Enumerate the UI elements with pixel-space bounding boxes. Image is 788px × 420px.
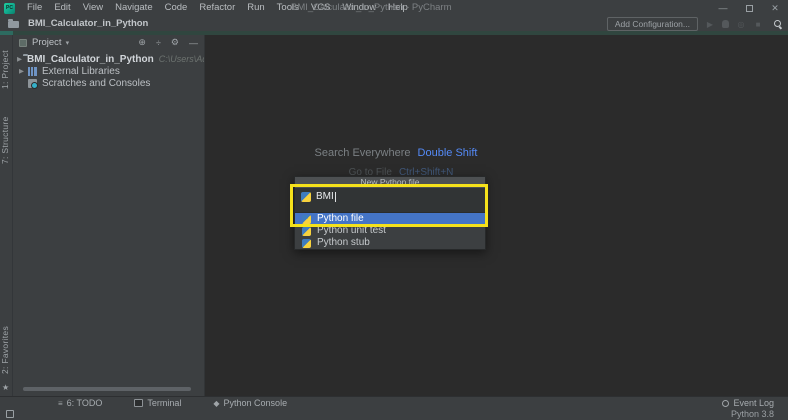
- main-toolbar: BMI_Calculator_in_Python Add Configurati…: [0, 16, 788, 31]
- breadcrumb-label: BMI_Calculator_in_Python: [28, 18, 148, 29]
- project-panel-toolbar: ⊕ ÷ ⚙ —: [138, 35, 198, 50]
- stripe-item-project[interactable]: 1: Project: [0, 41, 13, 99]
- coverage-icon[interactable]: ◎: [736, 20, 746, 29]
- run-icon[interactable]: ▶: [705, 20, 715, 29]
- interpreter-status[interactable]: Python 3.8: [731, 409, 774, 420]
- hint-shortcut: Double Shift: [418, 147, 478, 159]
- tree-row-external-libraries[interactable]: ▶ External Libraries: [13, 65, 204, 77]
- tree-row-scratches[interactable]: Scratches and Consoles: [13, 77, 204, 89]
- option-label: Python unit test: [317, 225, 386, 237]
- gear-icon[interactable]: ⚙: [171, 37, 179, 48]
- run-toolbar: Add Configuration... ▶ ◎ ■: [607, 17, 782, 31]
- expand-arrow-icon[interactable]: ▶: [17, 55, 22, 63]
- python-console-icon: ◆: [213, 399, 219, 408]
- event-log-icon: [722, 400, 729, 407]
- project-panel-header: Project ▾ ⊕ ÷ ⚙ —: [13, 35, 204, 50]
- stripe-item-favorites[interactable]: 2: Favorites: [0, 318, 13, 382]
- title-bar: PC File Edit View Navigate Code Refactor…: [0, 0, 788, 16]
- menu-view[interactable]: View: [77, 0, 109, 16]
- new-python-file-dialog: New Python file BMI Python file Python u…: [294, 176, 486, 250]
- tool-window-bar: ≡ 6: TODO Terminal ◆ Python Console Even…: [0, 396, 788, 409]
- option-label: Python file: [317, 213, 364, 225]
- search-everywhere-icon[interactable]: [774, 20, 782, 28]
- window-controls: — ✕: [710, 0, 788, 16]
- status-bar: Python 3.8: [0, 409, 788, 420]
- tree-label: External Libraries: [42, 66, 120, 77]
- hint-text: Search Everywhere: [315, 147, 411, 159]
- todo-tab[interactable]: ≡ 6: TODO: [58, 398, 102, 408]
- project-panel: Project ▾ ⊕ ÷ ⚙ — ▶ BMI_Calculator_in_Py…: [13, 35, 205, 396]
- add-configuration-button[interactable]: Add Configuration...: [607, 17, 698, 31]
- python-icon: [302, 239, 311, 248]
- favorites-star-icon[interactable]: ★: [2, 383, 9, 392]
- terminal-label: Terminal: [147, 398, 181, 408]
- tool-window-icon: [19, 39, 27, 47]
- menu-refactor[interactable]: Refactor: [193, 0, 241, 16]
- terminal-icon: [134, 399, 143, 407]
- close-icon[interactable]: ✕: [762, 0, 788, 16]
- scratches-icon: [28, 79, 37, 88]
- project-panel-title[interactable]: Project: [32, 37, 62, 48]
- menu-file[interactable]: File: [21, 0, 48, 16]
- terminal-tab[interactable]: Terminal: [134, 398, 181, 408]
- tree-label: Scratches and Consoles: [42, 78, 150, 89]
- project-tree: ▶ BMI_Calculator_in_Python C:\Users\Admi…: [13, 53, 204, 89]
- debug-icon[interactable]: [722, 20, 729, 28]
- file-name-input[interactable]: BMI: [295, 188, 485, 213]
- python-icon: [302, 227, 311, 236]
- file-name-value: BMI: [316, 192, 334, 202]
- event-log-tab[interactable]: Event Log: [722, 398, 774, 408]
- locate-icon[interactable]: ⊕: [138, 37, 146, 48]
- libraries-icon: [28, 67, 37, 76]
- hide-panel-icon[interactable]: —: [189, 38, 198, 48]
- menu-navigate[interactable]: Navigate: [109, 0, 159, 16]
- dialog-title: New Python file: [295, 177, 485, 188]
- tree-path: C:\Users\Admin\PycharmP: [159, 54, 205, 64]
- stop-icon[interactable]: ■: [753, 20, 763, 29]
- option-python-stub[interactable]: Python stub: [295, 237, 485, 249]
- python-icon: [301, 192, 311, 202]
- pycharm-logo-icon: PC: [4, 3, 15, 14]
- expand-arrow-icon[interactable]: ▶: [17, 67, 26, 75]
- collapse-all-icon[interactable]: ÷: [156, 38, 161, 48]
- option-label: Python stub: [317, 237, 370, 249]
- python-icon: [302, 215, 311, 224]
- minimize-icon[interactable]: —: [710, 0, 736, 16]
- maximize-glyph: [746, 5, 753, 12]
- python-console-tab[interactable]: ◆ Python Console: [213, 398, 287, 408]
- todo-label: 6: TODO: [67, 398, 103, 408]
- option-python-file[interactable]: Python file: [295, 213, 485, 225]
- stripe-item-structure[interactable]: 7: Structure: [0, 107, 13, 173]
- menu-edit[interactable]: Edit: [48, 0, 76, 16]
- menu-code[interactable]: Code: [159, 0, 194, 16]
- chevron-down-icon[interactable]: ▾: [66, 39, 70, 47]
- tree-row-project-root[interactable]: ▶ BMI_Calculator_in_Python C:\Users\Admi…: [13, 53, 204, 65]
- python-console-label: Python Console: [224, 398, 288, 408]
- option-python-unit-test[interactable]: Python unit test: [295, 225, 485, 237]
- window-title: BMI_Calculator_in_Python - PyCharm: [291, 0, 452, 16]
- folder-icon: [8, 21, 19, 28]
- maximize-icon[interactable]: [736, 0, 762, 16]
- horizontal-scrollbar[interactable]: [23, 387, 191, 391]
- menu-run[interactable]: Run: [241, 0, 270, 16]
- tool-window-switcher-icon[interactable]: [6, 410, 14, 418]
- todo-list-icon: ≡: [58, 399, 63, 408]
- search-everywhere-hint: Search Everywhere Double Shift: [206, 147, 586, 159]
- left-tool-stripe: 1: Project 7: Structure 2: Favorites ★: [0, 35, 13, 396]
- breadcrumb[interactable]: BMI_Calculator_in_Python: [7, 18, 148, 29]
- tree-label: BMI_Calculator_in_Python: [27, 54, 154, 65]
- event-log-label: Event Log: [733, 398, 774, 408]
- text-caret: [335, 192, 336, 202]
- pycharm-window: PC File Edit View Navigate Code Refactor…: [0, 0, 788, 420]
